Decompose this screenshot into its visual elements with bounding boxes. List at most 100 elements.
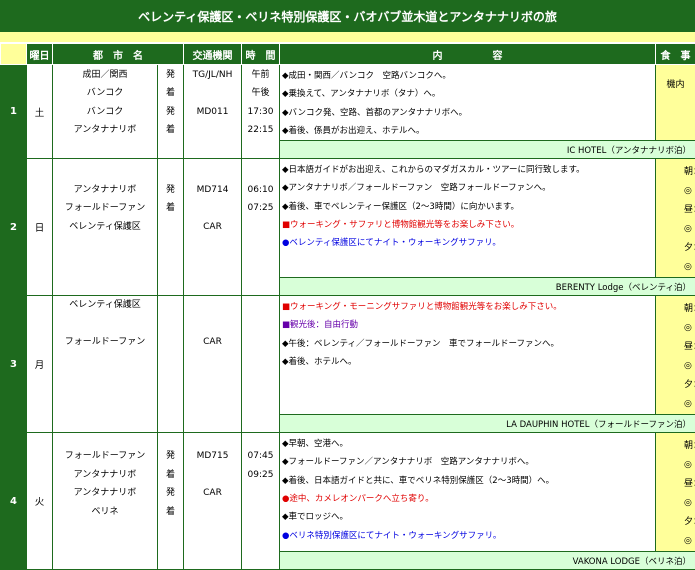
content-line: ■観光後：自由行動: [282, 316, 655, 334]
header-time: 時 間: [242, 44, 280, 65]
flag: 着: [158, 121, 183, 140]
flag: 発: [158, 484, 183, 503]
transport: TG/JL/NH: [184, 66, 241, 85]
city: フォールドーファン: [53, 447, 157, 466]
city-list: フォールドーファン アンタナナリボ アンタナナリボ ベリネ: [53, 433, 158, 570]
flag: 着: [158, 199, 183, 218]
meal-dinner: 夕：◎: [656, 376, 695, 414]
time: 07:45: [242, 447, 279, 466]
time-list: 07:45 09:25: [242, 433, 280, 570]
meal-cell: 朝：◎ 昼：◎ 夕：◎: [656, 159, 695, 278]
meal-cell: 朝：◎ 昼：◎ 夕：◎: [656, 433, 695, 552]
flag: 発: [158, 66, 183, 85]
meal-breakfast: 朝：◎: [656, 163, 695, 201]
meal-lunch: 昼：◎: [656, 201, 695, 239]
content-line: ■ウォーキング・サファリと博物館観光等をお楽しみ下さい。: [282, 216, 655, 234]
flag: 発: [158, 181, 183, 200]
city: アンタナナリボ: [53, 466, 157, 485]
meal-cell: 朝：◎ 昼：◎ 夕：◎: [656, 296, 695, 415]
content-line: ◆フォールドーファン／アンタナナリボ 空路アンタナナリボへ。: [282, 453, 655, 471]
city-list: 成田／関西 バンコク バンコク アンタナナリボ: [53, 65, 158, 159]
weekday: 土: [27, 65, 53, 159]
flag: 着: [158, 466, 183, 485]
content-line: ●途中、カメレオンパークへ立ち寄り。: [282, 490, 655, 508]
title-band: [0, 32, 695, 42]
flag: 着: [158, 84, 183, 103]
time: 06:10: [242, 181, 279, 200]
transport: MD011: [184, 103, 241, 122]
city: アンタナナリボ: [53, 121, 157, 140]
content-line: ◆バンコク発、空路、首都のアンタナナリボへ。: [282, 104, 655, 122]
transport-list: MD715 CAR: [184, 433, 242, 570]
depart-arrive-list: 発 着: [158, 159, 184, 296]
content-line: ◆着後、車でベレンティー保護区（2〜3時間）に向かいます。: [282, 198, 655, 216]
depart-arrive-list: 発 着 発 着: [158, 65, 184, 159]
time-list: 午前 午後 17:30 22:15: [242, 65, 280, 159]
header-city: 都 市 名: [53, 44, 184, 65]
time: 17:30: [242, 103, 279, 122]
content-cell: ◆成田・関西／バンコク 空路バンコクへ。 ◆乗換えて、アンタナナリボ（タナ）へ。…: [280, 65, 656, 141]
flag: 発: [158, 447, 183, 466]
day-number: 2: [1, 159, 27, 296]
content-line: ◆着後、ホテルへ。: [282, 353, 655, 371]
weekday: 月: [27, 296, 53, 433]
weekday: 火: [27, 433, 53, 570]
city-list: アンタナナリボ フォールドーファン ベレンティ保護区: [53, 159, 158, 296]
depart-arrive-list: 発 着 発 着: [158, 433, 184, 570]
day-number: 1: [1, 65, 27, 159]
content-line: ◆乗換えて、アンタナナリボ（タナ）へ。: [282, 85, 655, 103]
content-line: ●ベレンティ保護区にてナイト・ウォーキングサファリ。: [282, 234, 655, 252]
content-line: ◆アンタナナリボ／フォールドーファン 空路フォールドーファンへ。: [282, 179, 655, 197]
time: 22:15: [242, 121, 279, 140]
content-line: ◆早朝、空港へ。: [282, 435, 655, 453]
transport-list: TG/JL/NH MD011: [184, 65, 242, 159]
content-cell: ■ウォーキング・モーニングサファリと博物館観光等をお楽しみ下さい。 ■観光後：自…: [280, 296, 656, 415]
city: フォールドーファン: [53, 199, 157, 218]
content-line: ◆成田・関西／バンコク 空路バンコクへ。: [282, 67, 655, 85]
transport: MD714: [184, 181, 241, 200]
hotel-name: IC HOTEL（アンタナナリボ泊）: [280, 141, 695, 159]
day-number: 3: [1, 296, 27, 433]
content-line: ◆日本語ガイドがお出迎え、これからのマダガスカル・ツアーに同行致します。: [282, 161, 655, 179]
itinerary-table: 曜日 都 市 名 交通機関 時 間 内 容 食 事 1 土 成田／関西 バンコク…: [0, 43, 695, 570]
transport-list: CAR: [184, 296, 242, 433]
content-line: ◆車でロッジへ。: [282, 508, 655, 526]
time: 午後: [242, 84, 279, 103]
meal-lunch: 昼：◎: [656, 338, 695, 376]
content-line: ■ウォーキング・モーニングサファリと博物館観光等をお楽しみ下さい。: [282, 298, 655, 316]
content-line: ◆着後、係員がお出迎え、ホテルへ。: [282, 122, 655, 140]
day-row: 2 日 アンタナナリボ フォールドーファン ベレンティ保護区 発 着 MD714…: [1, 159, 695, 278]
hotel-name: VAKONA LODGE（ベリネ泊）: [280, 552, 695, 570]
city: アンタナナリボ: [53, 484, 157, 503]
meal-breakfast: 朝：◎: [656, 437, 695, 475]
page-title: ベレンティ保護区・ベリネ特別保護区・バオバブ並木道とアンタナナリボの旅: [0, 0, 695, 32]
time: 午前: [242, 66, 279, 85]
hotel-name: LA DAUPHIN HOTEL（フォールドーファン泊）: [280, 415, 695, 433]
header-meal: 食 事: [656, 44, 695, 65]
transport: CAR: [184, 333, 241, 352]
depart-arrive-blank: [158, 296, 184, 433]
content-cell: ◆早朝、空港へ。 ◆フォールドーファン／アンタナナリボ 空路アンタナナリボへ。 …: [280, 433, 656, 552]
city: フォールドーファン: [53, 333, 157, 352]
content-line: ◆午後：ベレンティ／フォールドーファン 車でフォールドーファンへ。: [282, 335, 655, 353]
meal-lunch: 昼：◎: [656, 475, 695, 513]
flag: 発: [158, 103, 183, 122]
meal-dinner: 夕：◎: [656, 239, 695, 277]
city: バンコク: [53, 84, 157, 103]
weekday: 日: [27, 159, 53, 296]
meal-breakfast: 朝：◎: [656, 300, 695, 338]
content-line: ◆着後、日本語ガイドと共に、車でベリネ特別保護区（2〜3時間）へ。: [282, 472, 655, 490]
meal-cell: 機内: [656, 65, 695, 141]
content-cell: ◆日本語ガイドがお出迎え、これからのマダガスカル・ツアーに同行致します。 ◆アン…: [280, 159, 656, 278]
city-list: ベレンティ保護区 フォールドーファン: [53, 296, 158, 433]
header-row: 曜日 都 市 名 交通機関 時 間 内 容 食 事: [1, 44, 695, 65]
transport: CAR: [184, 484, 241, 503]
day-row: 3 月 ベレンティ保護区 フォールドーファン CAR ■ウォーキング・モーニング…: [1, 296, 695, 415]
day-row: 4 火 フォールドーファン アンタナナリボ アンタナナリボ ベリネ 発 着 発 …: [1, 433, 695, 552]
city: アンタナナリボ: [53, 181, 157, 200]
content-line: ●ベリネ特別保護区にてナイト・ウォーキングサファリ。: [282, 527, 655, 545]
day-number: 4: [1, 433, 27, 570]
time: 09:25: [242, 466, 279, 485]
transport-list: MD714 CAR: [184, 159, 242, 296]
hotel-name: BERENTY Lodge（ベレンティ泊）: [280, 278, 695, 296]
